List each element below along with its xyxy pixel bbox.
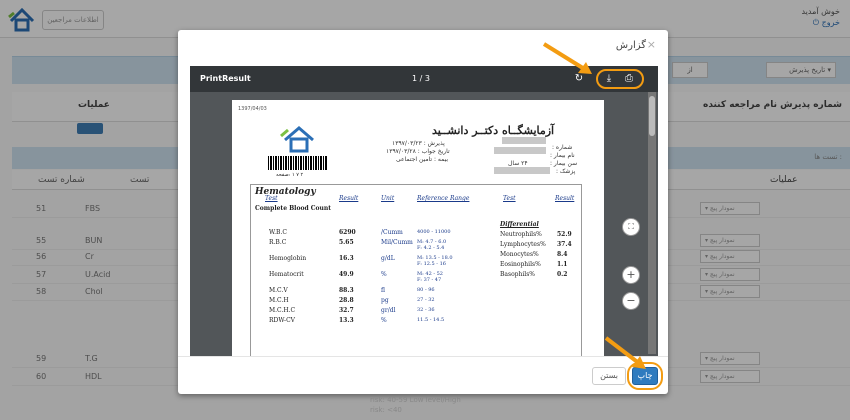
insurance: بیمه : تامین اجتماعی bbox=[396, 156, 449, 163]
redacted-patient bbox=[494, 147, 546, 154]
panel-name: Complete Blood Count bbox=[255, 205, 332, 212]
cbc-test: Hematocrit bbox=[269, 271, 304, 278]
cbc-reference: 4000 - 11000 bbox=[417, 229, 451, 235]
cbc-result: 88.3 bbox=[339, 287, 354, 294]
redacted-number bbox=[502, 137, 546, 144]
cbc-result: 49.9 bbox=[339, 271, 354, 278]
differential-result: 37.4 bbox=[557, 241, 572, 248]
differential-test: Eosinophils% bbox=[500, 261, 541, 268]
cbc-test: RDW-CV bbox=[269, 317, 296, 324]
modal-footer: بستن چاپ bbox=[178, 356, 668, 394]
differential-result: 1.1 bbox=[557, 261, 568, 268]
cbc-reference: 32 - 36 bbox=[417, 307, 435, 313]
cbc-reference: M: 13.5 - 18.0 F: 12.5 - 16 bbox=[417, 255, 453, 267]
cbc-result: 13.3 bbox=[339, 317, 354, 324]
cbc-test: M.C.H bbox=[269, 297, 289, 304]
cbc-reference: 80 - 96 bbox=[417, 287, 435, 293]
answer-date: تاریخ جواب : ۱۳۹۷/۰۳/۲۸ bbox=[386, 148, 450, 155]
pdf-viewer: PrintResult 1 / 3 ↻ ⤓ ⎙ 1397/04/03 ۲ ۷ ۱… bbox=[190, 66, 658, 356]
cbc-test: W.B.C bbox=[269, 229, 287, 236]
close-icon[interactable]: × bbox=[647, 38, 656, 51]
bottom-note-1: risk: 40-59 Low level/High bbox=[370, 396, 461, 404]
doctor-label: پزشک : bbox=[556, 168, 576, 175]
cbc-unit: fl bbox=[381, 287, 386, 294]
pdf-scrollbar[interactable] bbox=[648, 92, 656, 354]
differential-title: Differential bbox=[500, 221, 539, 228]
zoom-out-icon[interactable]: − bbox=[622, 292, 640, 310]
cbc-result: 6290 bbox=[339, 229, 356, 236]
differential-result: 0.2 bbox=[557, 271, 568, 278]
col-test-2: Test bbox=[503, 195, 516, 202]
age-value: ۲۴ سال bbox=[508, 160, 528, 167]
patient-label: نام بیمار : bbox=[550, 152, 575, 159]
pdf-title: PrintResult bbox=[200, 74, 251, 83]
cbc-result: 28.8 bbox=[339, 297, 354, 304]
cbc-result: 32.7 bbox=[339, 307, 354, 314]
age-label: سن بیمار : bbox=[550, 160, 578, 167]
cbc-result: 5.65 bbox=[339, 239, 354, 246]
arrow-print-icon bbox=[604, 336, 646, 369]
toolbar-highlight bbox=[596, 69, 644, 89]
differential-test: Basophils% bbox=[500, 271, 536, 278]
cbc-reference: 11.5 - 14.5 bbox=[417, 317, 445, 323]
cbc-unit: % bbox=[381, 271, 387, 278]
cbc-result: 16.3 bbox=[339, 255, 354, 262]
fit-page-icon[interactable]: ⛶ bbox=[622, 218, 640, 236]
report-page: 1397/04/03 ۲ ۷ ۱ :صفحه آزمایشگــاه دکتــ… bbox=[232, 100, 604, 356]
cbc-test: M.C.H.C bbox=[269, 307, 296, 314]
zoom-in-icon[interactable]: + bbox=[622, 266, 640, 284]
report-modal: × گزارش PrintResult 1 / 3 ↻ ⤓ ⎙ 1397/04/… bbox=[178, 30, 668, 394]
cbc-test: R.B.C bbox=[269, 239, 287, 246]
page-indicator: 1 / 3 bbox=[412, 74, 430, 83]
report-logo-icon bbox=[280, 126, 314, 153]
cbc-unit: /Cumm bbox=[381, 229, 403, 236]
hematology-sheet: Hematology Test Complete Blood Count Res… bbox=[250, 184, 582, 356]
cbc-unit: gr/dl bbox=[381, 307, 396, 314]
differential-test: Lymphocytes% bbox=[500, 241, 546, 248]
barcode bbox=[268, 156, 328, 170]
col-test: Test bbox=[265, 195, 278, 202]
cbc-unit: Mil/Cumm bbox=[381, 239, 413, 246]
differential-result: 8.4 bbox=[557, 251, 568, 258]
cbc-unit: % bbox=[381, 317, 387, 324]
col-result: Result bbox=[339, 195, 359, 202]
differential-result: 52.9 bbox=[557, 231, 572, 238]
cbc-test: M.C.V bbox=[269, 287, 288, 294]
modal-title: گزارش bbox=[615, 40, 646, 51]
cbc-reference: M: 4.7 - 6.0 F: 4.2 - 5.4 bbox=[417, 239, 447, 251]
col-unit: Unit bbox=[381, 195, 395, 202]
col-result-2: Result bbox=[555, 195, 575, 202]
cbc-unit: pg bbox=[381, 297, 389, 304]
cbc-reference: M: 42 - 52 F: 37 - 47 bbox=[417, 271, 443, 283]
differential-test: Monocytes% bbox=[500, 251, 539, 258]
report-date: 1397/04/03 bbox=[238, 106, 267, 112]
redacted-doctor bbox=[494, 167, 550, 174]
bottom-note-2: risk: <40 bbox=[370, 406, 402, 414]
differential-test: Neutrophils% bbox=[500, 231, 542, 238]
admit-date: پذیرش : ۱۳۹۷/۰۳/۲۳ bbox=[392, 140, 445, 147]
lab-name: آزمایشگــاه دکتــر دانشــید bbox=[432, 124, 555, 137]
cbc-test: Hemoglobin bbox=[269, 255, 307, 262]
scroll-thumb[interactable] bbox=[649, 96, 655, 136]
col-ref: Reference Range bbox=[417, 195, 470, 202]
number-label: شماره : bbox=[552, 144, 573, 151]
cbc-reference: 27 - 32 bbox=[417, 297, 435, 303]
cbc-unit: g/dL bbox=[381, 255, 395, 262]
arrow-toolbar-icon bbox=[542, 42, 592, 74]
barcode-caption: ۲ ۷ ۱ :صفحه bbox=[276, 172, 304, 178]
